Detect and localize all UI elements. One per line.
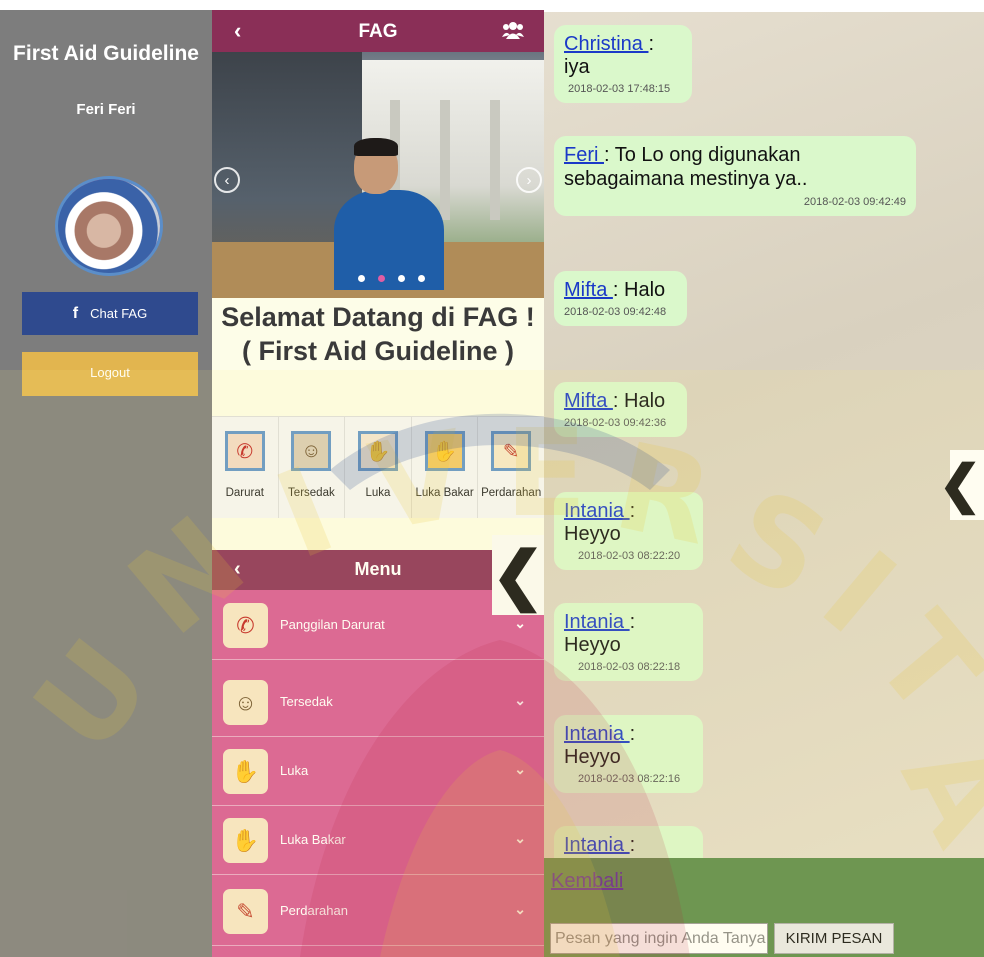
message-sender-link[interactable]: Intania	[564, 611, 630, 633]
chevron-down-icon[interactable]: ⌄	[514, 901, 526, 918]
building-pillar	[490, 100, 500, 220]
category-label: Luka	[365, 487, 391, 499]
category-perdarahan[interactable]: ✎ Perdarahan	[478, 417, 544, 518]
logout-button[interactable]: Logout	[22, 352, 198, 396]
wound-icon: ✋	[357, 431, 398, 471]
chat-message: Feri : To Lo ong digunakan sebagaimana m…	[554, 136, 916, 216]
chat-fag-label: Chat FAG	[90, 306, 148, 321]
image-carousel[interactable]: ‹ ›	[212, 52, 544, 298]
choking-icon: ☺	[291, 431, 332, 471]
message-sender-link[interactable]: Christina	[564, 33, 648, 55]
users-icon[interactable]	[502, 20, 524, 40]
chevron-down-icon[interactable]: ⌄	[514, 830, 526, 847]
category-luka[interactable]: ✋ Luka	[345, 417, 412, 518]
chevron-down-icon[interactable]: ⌄	[514, 692, 526, 709]
wound-icon: ✋	[223, 749, 268, 794]
category-tersedak[interactable]: ☺ Tersedak	[279, 417, 346, 518]
chat-message: Intania : Heyyo 2018-02-03 08:22:16	[554, 715, 703, 793]
welcome-heading: Selamat Datang di FAG ! ( First Aid Guid…	[212, 300, 544, 368]
user-name: Feri Feri	[76, 101, 136, 118]
welcome-line-2: ( First Aid Guideline )	[241, 336, 514, 366]
message-timestamp: 2018-02-03 08:22:16	[578, 773, 681, 785]
burn-icon: ✋	[223, 818, 268, 863]
message-sender-link[interactable]: Mifta	[564, 279, 613, 301]
message-sender-link[interactable]: Intania	[564, 834, 630, 856]
message-sender-link[interactable]: Mifta	[564, 390, 613, 412]
menu-list: ✆ Panggilan Darurat ⌄ ☺ Tersedak ⌄ ✋ Luk…	[212, 590, 544, 957]
drawer-slide-handle-icon[interactable]: ❮	[491, 535, 545, 615]
message-sender-link[interactable]: Feri	[564, 144, 604, 166]
menu-item-luka-bakar[interactable]: ✋ Luka Bakar ⌄	[212, 805, 544, 875]
message-sender-link[interactable]: Intania	[564, 723, 630, 745]
send-message-button[interactable]: KIRIM PESAN	[774, 923, 894, 954]
chat-footer: Kembali Pesan yang ingin Anda Tanya KIRI…	[544, 858, 984, 957]
home-screen: ‹ FAG ‹ › Selamat Datang di FAG ! (Firs…	[212, 0, 544, 957]
message-text: : Halo	[612, 390, 666, 412]
avatar[interactable]	[55, 176, 163, 276]
chat-message: Christina : iya 2018-02-03 17:48:15	[554, 25, 692, 103]
message-timestamp: 2018-02-03 09:42:48	[564, 306, 667, 318]
chat-screen: Christina : iya 2018-02-03 17:48:15 Feri…	[544, 0, 984, 957]
category-label: Darurat	[225, 487, 264, 499]
chat-message: Intania : Heyyo 2018-02-03 08:22:20	[554, 492, 703, 570]
avatar-ring	[58, 179, 160, 273]
menu-item-label: Luka Bakar	[280, 832, 346, 847]
choking-icon: ☺	[223, 680, 268, 725]
carousel-dot[interactable]	[418, 275, 425, 282]
menu-item-label: Tersedak	[280, 694, 333, 709]
message-timestamp: 2018-02-03 08:22:18	[578, 661, 681, 673]
carousel-prev-button[interactable]: ‹	[214, 167, 240, 193]
menu-item-label: Luka	[280, 763, 309, 778]
chat-message: Mifta : Halo 2018-02-03 09:42:36	[554, 382, 687, 437]
chat-slide-handle-icon[interactable]: ❮	[938, 450, 984, 520]
navigation-drawer: First Aid Guideline Feri Feri f Chat FAG…	[0, 0, 212, 957]
menu-item-luka[interactable]: ✋ Luka ⌄	[212, 736, 544, 806]
chat-message: Mifta : Halo 2018-02-03 09:42:48	[554, 271, 687, 326]
carousel-dot[interactable]	[398, 275, 405, 282]
message-timestamp: 2018-02-03 09:42:49	[803, 196, 906, 208]
chat-fag-button[interactable]: f Chat FAG	[22, 292, 198, 335]
phone-icon: ✆	[224, 431, 265, 471]
menu-item-label: Panggilan Darurat	[280, 617, 385, 632]
message-timestamp: 2018-02-03 09:42:36	[564, 417, 667, 429]
bleeding-icon: ✎	[491, 431, 532, 471]
category-label: Luka Bakar	[415, 487, 474, 499]
category-darurat[interactable]: ✆ Darurat	[212, 417, 279, 518]
message-input[interactable]: Pesan yang ingin Anda Tanya	[550, 923, 768, 954]
status-strip	[212, 0, 544, 10]
app-bar-title: FAG	[358, 21, 398, 42]
category-label: Perdarahan	[481, 487, 542, 499]
building-pillar	[440, 100, 450, 220]
status-strip	[0, 0, 212, 10]
welcome-line-1: Selamat Datang di FAG !	[221, 302, 535, 332]
menu-item-label: Perdarahan	[280, 903, 348, 918]
message-timestamp: 2018-02-03 17:48:15	[568, 83, 671, 95]
message-text: : Halo	[612, 279, 666, 301]
bleeding-icon: ✎	[223, 889, 268, 934]
chevron-down-icon[interactable]: ⌄	[514, 615, 526, 632]
message-timestamp: 2018-02-03 08:22:20	[578, 550, 681, 562]
chat-message: Intania : Heyyo 2018-02-03 08:22:18	[554, 603, 703, 681]
carousel-next-button[interactable]: ›	[516, 167, 542, 193]
message-sender-link[interactable]: Intania	[564, 500, 630, 522]
menu-item-perdarahan[interactable]: ✎ Perdarahan ⌄	[212, 876, 544, 946]
chevron-down-icon[interactable]: ⌄	[514, 761, 526, 778]
carousel-dot-active[interactable]	[378, 275, 385, 282]
carousel-dot[interactable]	[358, 275, 365, 282]
category-label: Tersedak	[288, 487, 335, 499]
app-bar: ‹ FAG	[212, 10, 544, 52]
burn-icon: ✋	[424, 431, 465, 471]
app-title: First Aid Guideline	[13, 42, 199, 65]
facebook-icon: f	[72, 304, 79, 322]
category-luka-bakar[interactable]: ✋ Luka Bakar	[412, 417, 479, 518]
status-strip	[544, 0, 984, 12]
category-row: ✆ Darurat ☺ Tersedak ✋ Luka ✋ Luka Bakar…	[212, 416, 544, 518]
back-link[interactable]: Kembali	[551, 870, 623, 893]
carousel-indicators	[358, 275, 425, 282]
carousel-photo-person-hair	[354, 138, 398, 156]
phone-icon: ✆	[223, 603, 268, 648]
menu-item-tersedak[interactable]: ☺ Tersedak ⌄	[212, 667, 544, 737]
